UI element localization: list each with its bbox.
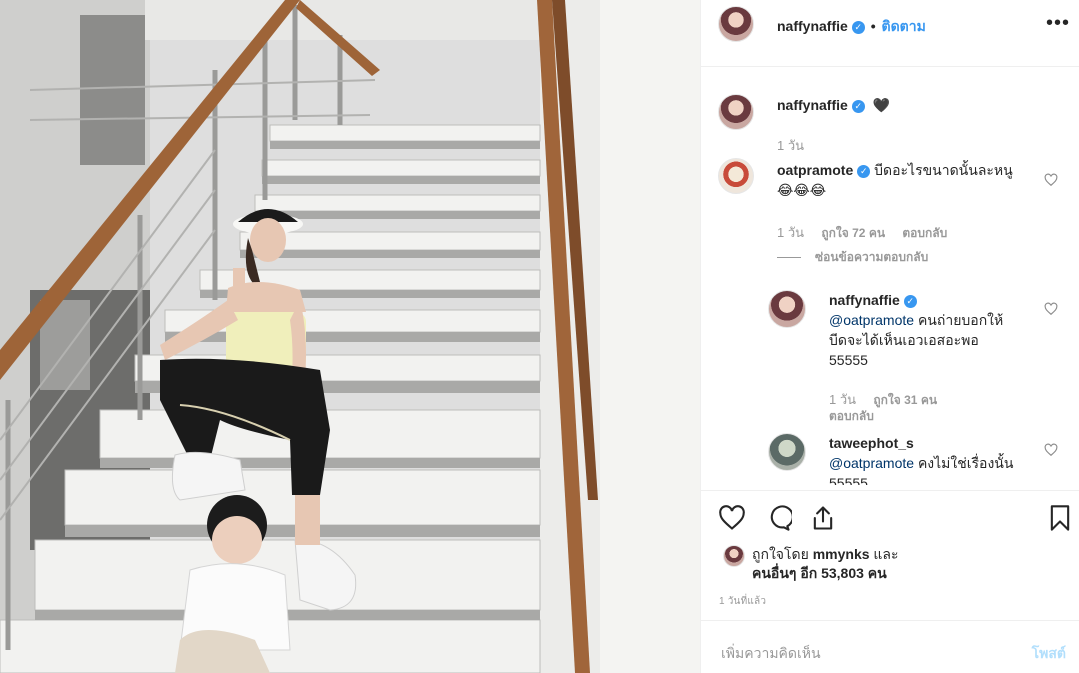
post-timestamp[interactable]: 1 วันที่แล้ว — [719, 594, 766, 609]
comment-text: บีดอะไรขนาดนั้นละหนู — [874, 162, 1013, 178]
reply-like-heart-icon[interactable] — [1044, 302, 1058, 316]
reply-mention[interactable]: @oatpramote — [829, 455, 914, 471]
header-divider — [701, 66, 1079, 67]
comment-username[interactable]: oatpramote — [777, 162, 853, 178]
header-separator: • — [870, 18, 876, 34]
caption-username[interactable]: naffynaffie — [777, 97, 848, 113]
likes-others-count[interactable]: คนอื่นๆ อีก 53,803 คน — [752, 565, 887, 581]
caption-row: naffynaffie ✓ 🖤 — [777, 97, 890, 114]
liker-avatar[interactable] — [723, 545, 745, 567]
comment-avatar[interactable] — [718, 158, 754, 194]
share-icon[interactable] — [809, 504, 837, 532]
more-options-icon[interactable]: ••• — [1046, 12, 1070, 35]
heart-icon[interactable] — [718, 504, 746, 532]
comment-emoji: 😂😂😂 — [777, 182, 827, 198]
reply-clip-area: taweephot_s @oatpramote คงไม่ใช่เรื่องนั… — [701, 425, 1079, 485]
author-avatar[interactable] — [718, 6, 754, 42]
post-details-panel: naffynaffie ✓ • ติดตาม ••• naffynaffie ✓ 🖤… — [700, 0, 1079, 673]
author-username[interactable]: naffynaffie — [777, 18, 848, 34]
follow-button[interactable]: ติดตาม — [881, 18, 925, 34]
post-comment-button[interactable]: โพสต์ — [1026, 642, 1072, 666]
comment-like-heart-icon[interactable] — [1044, 173, 1058, 187]
likes-user[interactable]: mmynks — [813, 546, 870, 562]
reply-mention[interactable]: @oatpramote — [829, 312, 914, 328]
add-comment-input[interactable] — [719, 636, 1013, 670]
reply-avatar[interactable] — [768, 433, 806, 471]
staircase-photo-illustration — [0, 0, 700, 673]
comment-meta: 1 วัน ถูกใจ 72 คน ตอบกลับ — [777, 222, 961, 243]
divider-line — [777, 257, 801, 259]
caption-age: 1 วัน — [777, 138, 805, 153]
likes-prefix: ถูกใจโดย — [752, 546, 809, 562]
reply-username[interactable]: taweephot_s — [829, 435, 914, 451]
bookmark-icon[interactable] — [1046, 504, 1074, 532]
comment-bubble-icon[interactable] — [764, 504, 792, 532]
comment-body: oatpramote ✓ บีดอะไรขนาดนั้นละหนู 😂😂😂 — [777, 160, 1027, 200]
reply-body: naffynaffie ✓ @oatpramote คนถ่ายบอกให้บีด… — [829, 290, 1021, 370]
reply-body: taweephot_s @oatpramote คงไม่ใช่เรื่องนั… — [829, 433, 1021, 485]
actions-divider — [701, 490, 1079, 491]
reply-age: 1 วัน — [829, 392, 857, 407]
verified-badge-icon: ✓ — [903, 294, 917, 308]
verified-badge-icon: ✓ — [851, 20, 865, 34]
likes-summary: ถูกใจโดย mmynks และ คนอื่นๆ อีก 53,803 ค… — [752, 545, 1052, 583]
hide-replies-toggle[interactable]: ซ่อนข้อความตอบกลับ — [777, 248, 928, 267]
reply-likes[interactable]: ถูกใจ 31 คน — [873, 393, 937, 407]
reply-avatar[interactable] — [768, 290, 806, 328]
comment-reply-button[interactable]: ตอบกลับ — [902, 226, 947, 240]
reply-meta: 1 วัน ถูกใจ 31 คน ตอบกลับ — [829, 392, 951, 424]
post-header: naffynaffie ✓ • ติดตาม — [777, 16, 926, 38]
verified-badge-icon: ✓ — [857, 164, 871, 178]
comment-likes[interactable]: ถูกใจ 72 คน — [821, 226, 885, 240]
likes-conjunction: และ — [873, 546, 899, 562]
comment-box-divider — [701, 620, 1079, 621]
post-photo[interactable] — [0, 0, 700, 673]
caption-avatar[interactable] — [718, 94, 754, 130]
verified-badge-icon: ✓ — [851, 99, 865, 113]
reply-reply-button[interactable]: ตอบกลับ — [829, 409, 874, 423]
reply-username[interactable]: naffynaffie — [829, 292, 900, 308]
comment-age: 1 วัน — [777, 225, 805, 240]
reply-like-heart-icon[interactable] — [1044, 443, 1058, 457]
caption-text: 🖤 — [872, 97, 891, 113]
hide-replies-label: ซ่อนข้อความตอบกลับ — [815, 250, 929, 264]
